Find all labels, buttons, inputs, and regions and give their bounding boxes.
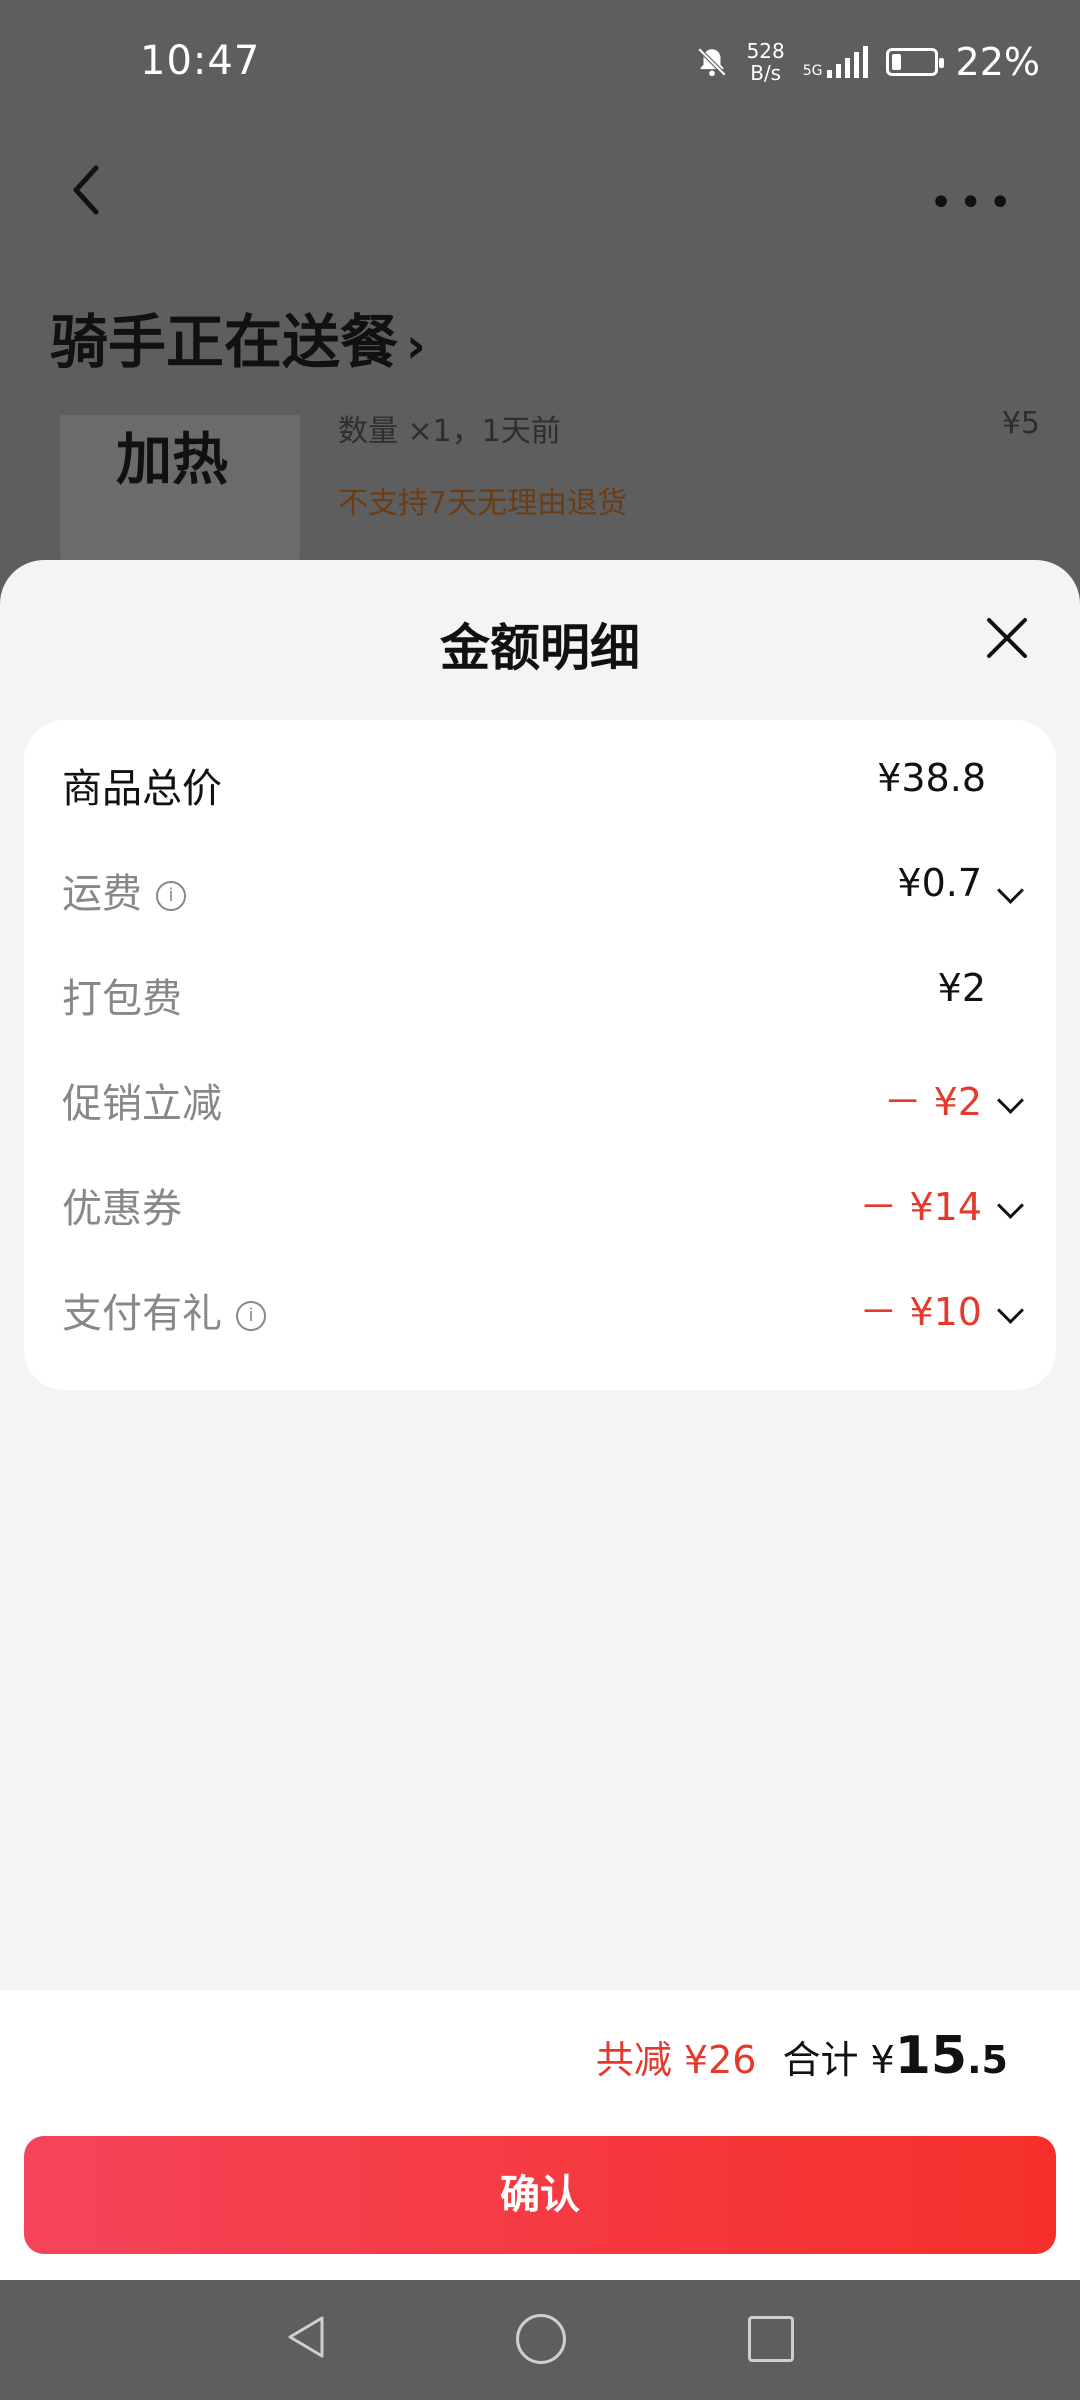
info-icon[interactable]: i [156, 881, 186, 911]
row-delivery-fee[interactable]: 运费 i ¥0.7 [24, 835, 1056, 935]
chevron-down-icon[interactable] [997, 1087, 1024, 1114]
product-detail: 数量 ×1，1天前 [338, 414, 561, 449]
bell-off-icon [697, 47, 726, 77]
close-icon[interactable] [984, 615, 1030, 661]
back-arrow-icon[interactable] [62, 160, 112, 220]
product-price: ¥5 [1001, 406, 1040, 441]
row-packaging-fee: 打包费 ¥2 [62, 966, 986, 1022]
total-saved: 共减 ¥26 [595, 2038, 757, 2082]
row-payment-gift[interactable]: 支付有礼 i － ¥10 [24, 1255, 1056, 1355]
status-bar: 10:47 528 B/s 5G 22% [0, 0, 1080, 130]
row-coupon[interactable]: 优惠券 － ¥14 [24, 1150, 1056, 1250]
battery-charging-icon [885, 48, 944, 76]
return-policy-note: 不支持7天无理由退货 [338, 486, 628, 521]
row-goods-total: 商品总价 ¥38.8 [62, 756, 986, 812]
sheet-title: 金额明细 [440, 619, 640, 677]
product-thumbnail: 加热 [60, 415, 300, 575]
system-nav-bar [0, 2280, 1080, 2400]
amount-card: 商品总价 ¥38.8 运费 i ¥0.7 打包费 ¥2 促销立减 － ¥2 优惠券… [24, 720, 1056, 1390]
page-header: ••• 骑手正在送餐 › [0, 130, 1080, 420]
confirm-button[interactable]: 确认 [24, 2136, 1056, 2254]
network-speed: 528 B/s [746, 39, 785, 85]
more-options-icon[interactable]: ••• [929, 180, 1018, 226]
nav-home-icon[interactable] [516, 2314, 566, 2364]
row-promo-discount[interactable]: 促销立减 － ¥2 [24, 1045, 1056, 1145]
signal-icon: 5G [803, 46, 868, 78]
product-item: 加热 数量 ×1，1天前 ¥5 不支持7天无理由退货 [0, 406, 1080, 580]
chevron-down-icon[interactable] [997, 1297, 1024, 1324]
chevron-down-icon[interactable] [997, 1192, 1024, 1219]
order-status-title[interactable]: 骑手正在送餐 › [50, 295, 426, 379]
battery-percent: 22% [955, 40, 1040, 84]
status-icons: 528 B/s 5G 22% [695, 40, 1040, 84]
info-icon[interactable]: i [236, 1301, 266, 1331]
status-time: 10:47 [140, 38, 261, 84]
chevron-down-icon[interactable] [997, 877, 1024, 904]
chevron-right-icon: › [406, 318, 426, 374]
total-summary: 共减 ¥26 合计 ¥15.5 [0, 1990, 1080, 2122]
confirm-area: 确认 [0, 2122, 1080, 2280]
nav-recents-icon[interactable] [748, 2316, 794, 2362]
nav-back-icon[interactable] [282, 2312, 332, 2362]
total-amount: 合计 ¥15.5 [782, 2026, 1008, 2086]
